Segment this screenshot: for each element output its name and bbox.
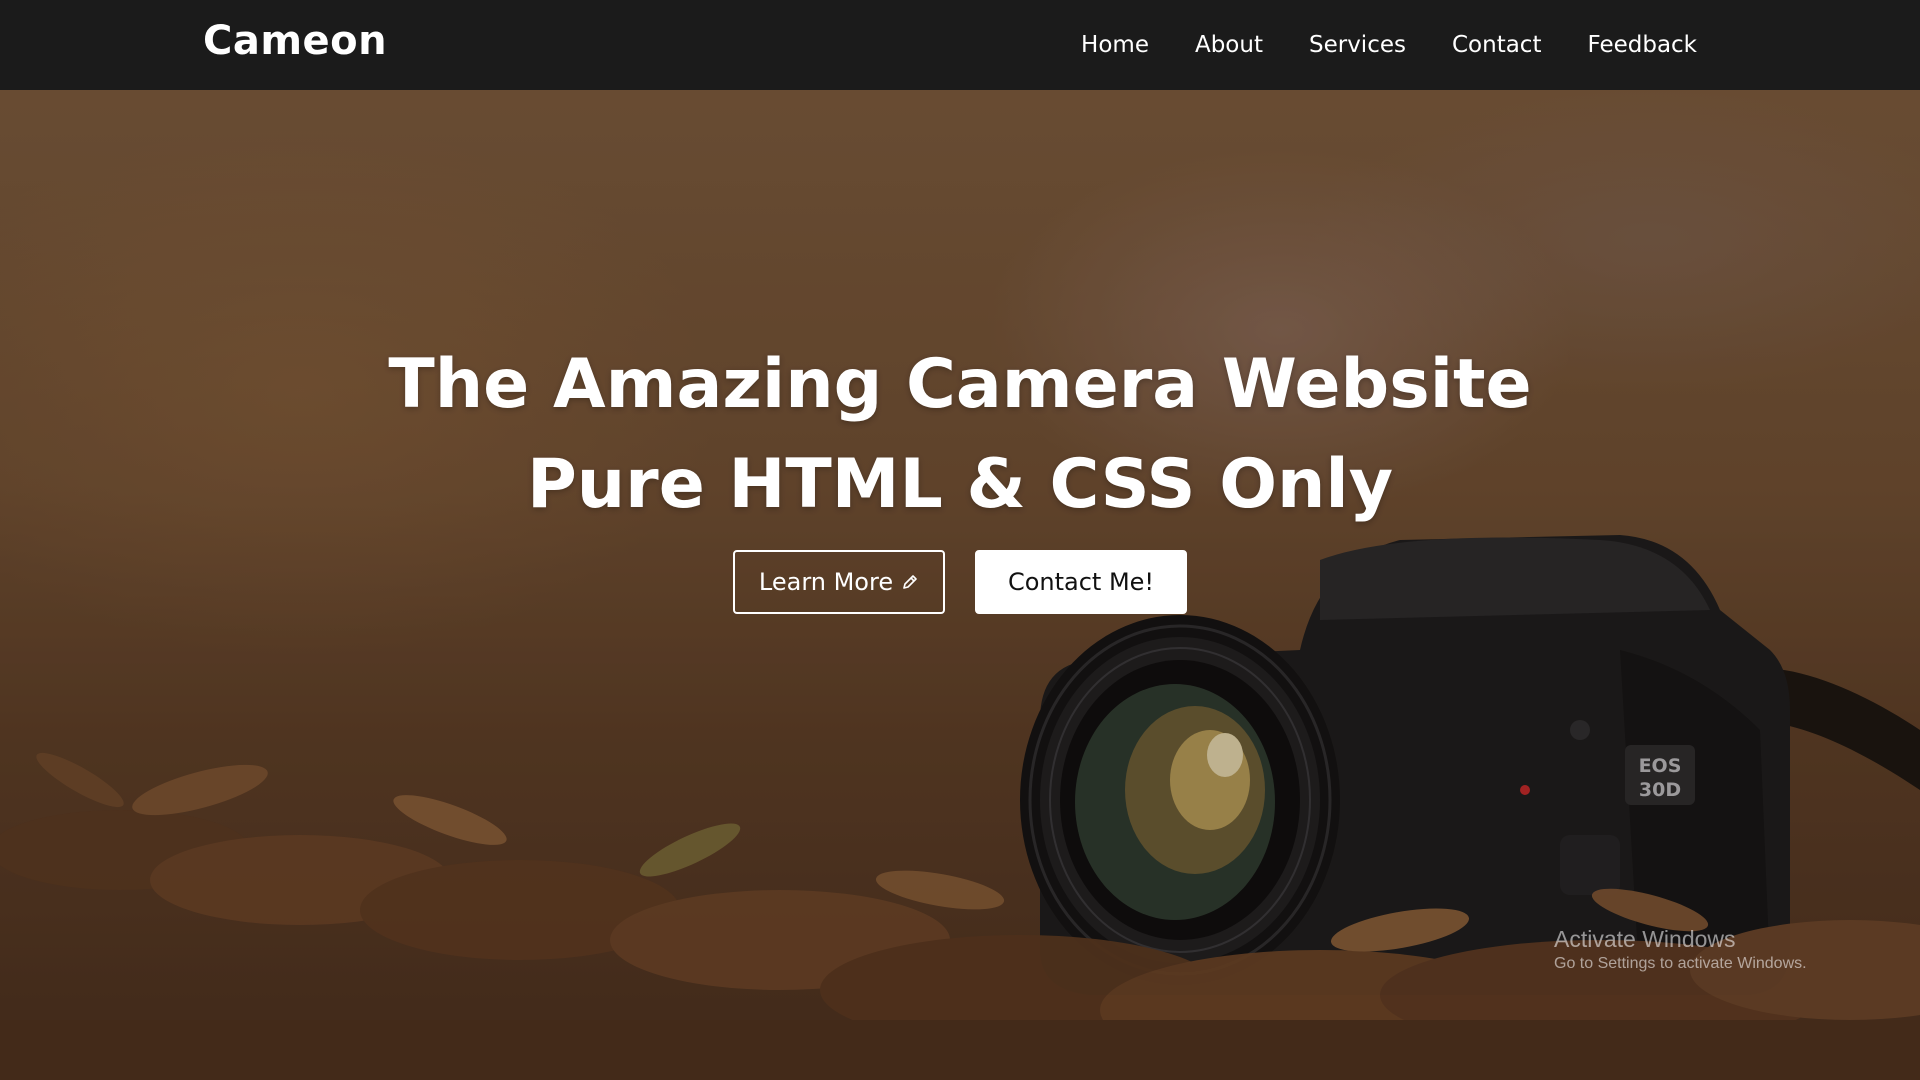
nav-link-services[interactable]: Services [1309, 32, 1406, 58]
learn-more-button[interactable]: Learn More [733, 550, 945, 614]
watermark-subtitle: Go to Settings to activate Windows. [1554, 955, 1807, 972]
nav-link-feedback[interactable]: Feedback [1587, 32, 1697, 58]
brand-logo[interactable]: Cameon [203, 18, 387, 64]
navbar: Cameon Home About Services Contact Feedb… [0, 0, 1920, 90]
hero-title-line-1: The Amazing Camera Website [388, 345, 1532, 424]
page: Cameon Home About Services Contact Feedb… [0, 0, 1920, 1080]
nav-link-contact[interactable]: Contact [1452, 32, 1541, 58]
contact-me-button[interactable]: Contact Me! [975, 550, 1187, 614]
nav-link-about[interactable]: About [1195, 32, 1263, 58]
contact-me-label: Contact Me! [1007, 568, 1155, 596]
learn-more-label: Learn More [758, 568, 894, 596]
nav-menu: Home About Services Contact Feedback [1081, 0, 1697, 90]
windows-activation-watermark: Activate Windows Go to Settings to activ… [1554, 925, 1807, 975]
pencil-icon [903, 575, 917, 589]
nav-link-home[interactable]: Home [1081, 32, 1149, 58]
hero-buttons: Learn More Contact Me! [0, 550, 1920, 614]
hero-content: The Amazing Camera Website Pure HTML & C… [0, 335, 1920, 535]
hero-title-line-2: Pure HTML & CSS Only [526, 445, 1394, 524]
watermark-title: Activate Windows [1554, 926, 1736, 952]
